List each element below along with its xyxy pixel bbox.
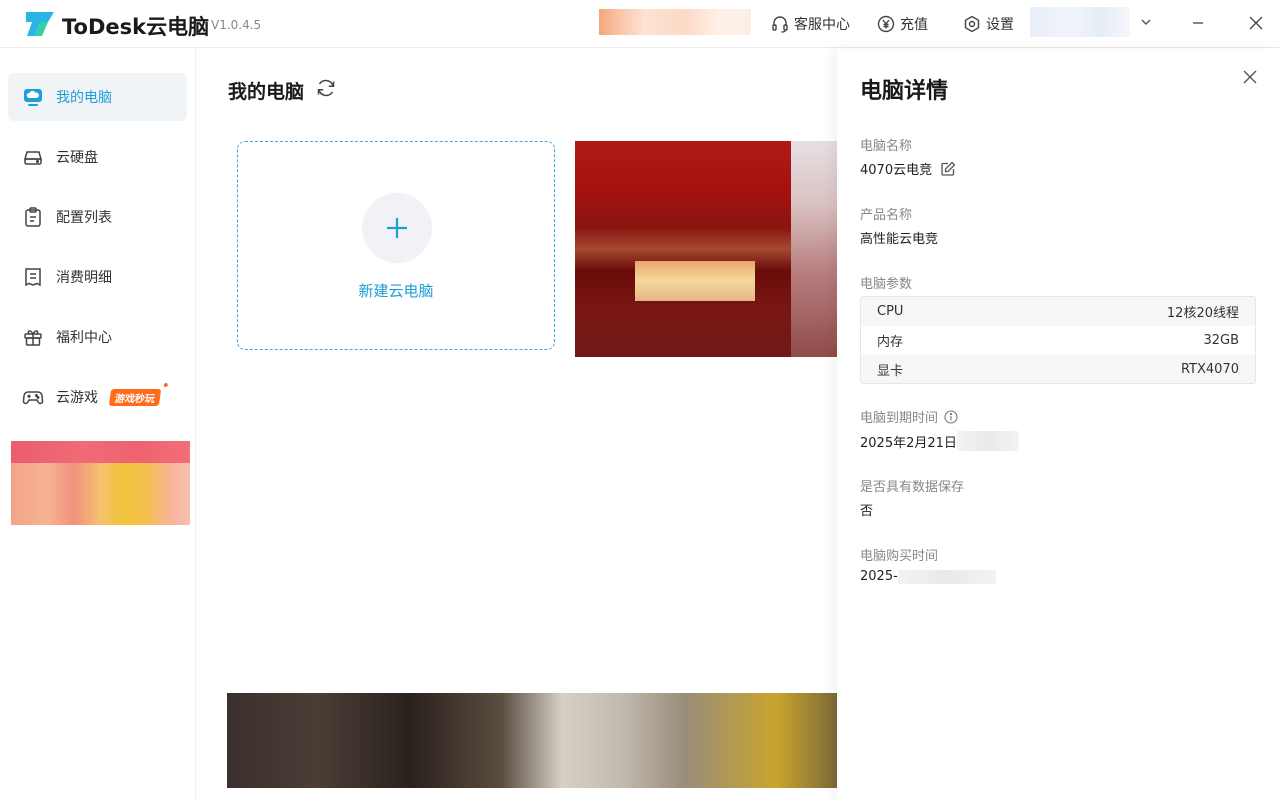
spec-value: 12核20线程 — [1166, 306, 1239, 321]
promo-badge: 游戏秒玩 — [108, 388, 162, 406]
minimize-icon[interactable] — [1187, 12, 1209, 34]
data-save-value: 否 — [860, 504, 874, 519]
pc-name-label: 电脑名称 — [860, 139, 913, 154]
bottom-banner[interactable] — [227, 693, 837, 788]
app-name: ToDesk云电脑 — [62, 15, 210, 39]
sidebar-item-label: 配置列表 — [56, 210, 112, 226]
spec-key: 内存 — [877, 335, 904, 350]
title-bar: ToDesk云电脑 V1.0.4.5 客服中心 充值 设置 — [0, 0, 1280, 48]
settings-button[interactable]: 设置 — [963, 14, 1014, 34]
recharge-button[interactable]: 充值 — [877, 14, 928, 34]
spec-row-memory: 内存 32GB — [861, 326, 1255, 355]
sidebar-item-my-pc[interactable]: 我的电脑 — [8, 73, 187, 121]
redacted-time — [956, 431, 1019, 451]
sidebar-item-label: 我的电脑 — [56, 90, 112, 106]
gamepad-icon — [22, 391, 44, 405]
page-title: 我的电脑 — [228, 81, 305, 103]
pc-name-value: 4070云电竞 — [860, 163, 933, 178]
refresh-icon[interactable] — [315, 77, 337, 99]
spec-key: 显卡 — [877, 364, 904, 379]
user-account[interactable] — [1030, 7, 1130, 37]
sidebar-item-billing[interactable]: 消费明细 — [8, 253, 187, 301]
purchase-value: 2025- — [860, 569, 898, 584]
purchase-row: 2025- — [860, 569, 996, 584]
spec-table: CPU 12核20线程 内存 32GB 显卡 RTX4070 — [860, 296, 1256, 384]
sidebar-item-config-list[interactable]: 配置列表 — [8, 193, 187, 241]
pc-details-panel: 电脑详情 电脑名称 4070云电竞 产品名称 高性能云电竞 电脑参数 CPU 1… — [837, 49, 1280, 800]
panel-title: 电脑详情 — [860, 79, 949, 104]
spec-key: CPU — [877, 304, 904, 319]
promo-banner[interactable] — [599, 9, 751, 35]
disk-icon — [24, 151, 42, 165]
expiry-label: 电脑到期时间 — [860, 411, 939, 426]
recharge-label: 充值 — [900, 17, 928, 33]
redacted-date — [897, 569, 996, 584]
plus-button[interactable] — [362, 193, 432, 263]
sidebar-item-label: 福利中心 — [56, 330, 112, 346]
sidebar-item-cloud-disk[interactable]: 云硬盘 — [8, 133, 187, 181]
sidebar-item-cloud-game[interactable]: 云游戏 游戏秒玩 — [8, 373, 187, 421]
spec-value: 32GB — [1203, 333, 1239, 348]
sidebar-item-label: 消费明细 — [56, 270, 112, 286]
plus-icon — [387, 218, 407, 238]
spec-row-cpu: CPU 12核20线程 — [861, 297, 1255, 326]
yen-icon — [877, 15, 895, 33]
settings-label: 设置 — [986, 17, 1014, 33]
new-pc-label: 新建云电脑 — [358, 282, 434, 300]
expiry-label-row: 电脑到期时间 — [860, 407, 958, 426]
sidebar-item-label: 云硬盘 — [56, 150, 98, 166]
headset-icon — [772, 16, 788, 33]
sidebar-item-benefits[interactable]: 福利中心 — [8, 313, 187, 361]
data-save-label: 是否具有数据保存 — [860, 480, 965, 495]
expiry-value: 2025年2月21日 — [860, 435, 957, 451]
clipboard-icon — [25, 207, 41, 227]
spec-value: RTX4070 — [1180, 362, 1239, 377]
pc-card-thumbnail[interactable] — [575, 141, 837, 357]
product-name-label: 产品名称 — [860, 208, 913, 223]
product-name-value: 高性能云电竞 — [860, 232, 939, 247]
main-content: 我的电脑 新建云电脑 — [197, 49, 837, 800]
pc-params-label: 电脑参数 — [860, 277, 913, 292]
info-icon[interactable] — [944, 409, 958, 424]
purchase-time-label: 电脑购买时间 — [860, 549, 939, 564]
expiry-row: 2025年2月21日 — [860, 431, 1019, 451]
app-version: V1.0.4.5 — [211, 18, 262, 32]
cloud-monitor-icon — [24, 89, 42, 106]
support-button[interactable]: 客服中心 — [771, 14, 850, 34]
sidebar: 我的电脑 云硬盘 配置列表 消费明细 福利中心 云游戏 游戏秒玩 — [0, 49, 196, 800]
chevron-down-icon[interactable] — [1138, 14, 1154, 30]
close-icon[interactable] — [1245, 12, 1267, 34]
new-pc-card[interactable]: 新建云电脑 — [237, 141, 555, 350]
close-icon[interactable] — [1242, 69, 1258, 85]
sidebar-item-label: 云游戏 — [56, 390, 98, 406]
receipt-icon — [25, 268, 41, 287]
pc-name-row: 4070云电竞 — [860, 159, 956, 178]
gift-icon — [24, 330, 42, 346]
todesk-logo-icon — [26, 12, 54, 36]
support-label: 客服中心 — [794, 17, 850, 33]
gear-icon — [964, 15, 980, 33]
sidebar-ad-banner[interactable] — [11, 441, 190, 525]
spec-row-gpu: 显卡 RTX4070 — [861, 355, 1255, 383]
edit-icon[interactable] — [940, 161, 956, 177]
